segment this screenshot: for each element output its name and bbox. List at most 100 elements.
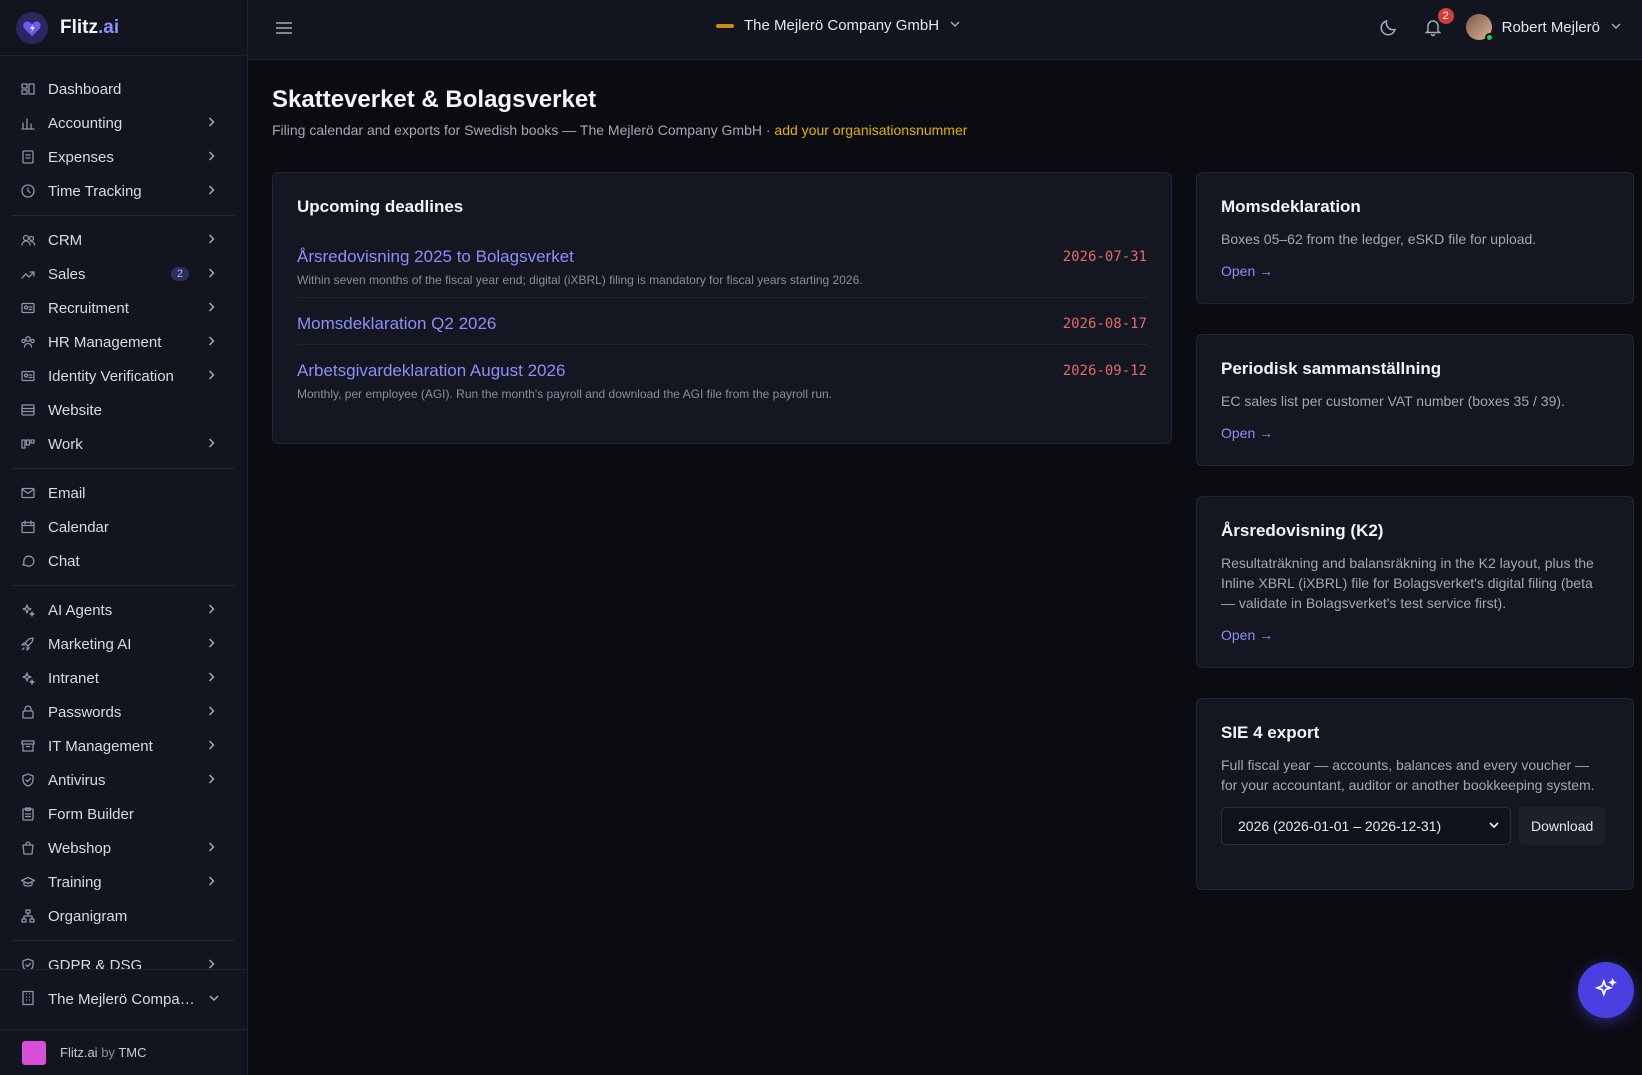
sparkle-icon — [20, 670, 36, 686]
company-selector[interactable]: The Mejlerö Company GmbH — [716, 17, 961, 34]
users-icon — [20, 232, 36, 248]
sidebar-item-identity-verification[interactable]: Identity Verification — [0, 359, 247, 393]
sidebar-item-organigram[interactable]: Organigram — [0, 899, 247, 933]
sidebar-divider — [12, 468, 235, 469]
people-icon — [20, 334, 36, 350]
sidebar-item-time-tracking[interactable]: Time Tracking — [0, 174, 247, 208]
sidebar-item-chat[interactable]: Chat — [0, 544, 247, 578]
open-arsredovisning-link[interactable]: Open → — [1221, 627, 1273, 643]
card-description: Boxes 05–62 from the ledger, eSKD file f… — [1221, 231, 1537, 247]
sidebar-item-webshop[interactable]: Webshop — [0, 831, 247, 865]
add-orgnr-link[interactable]: add your organisationsnummer — [774, 122, 967, 138]
sidebar-item-antivirus[interactable]: Antivirus — [0, 763, 247, 797]
chevron-right-icon — [205, 772, 217, 789]
deadline-item: Arbetsgivardeklaration August 2026 Monthl… — [297, 345, 1147, 411]
sidebar-item-calendar[interactable]: Calendar — [0, 510, 247, 544]
sidebar-item-label: Organigram — [48, 907, 128, 925]
sidebar-item-expenses[interactable]: Expenses — [0, 140, 247, 174]
user-menu[interactable]: Robert Mejlerö — [1465, 14, 1622, 42]
card-title: SIE 4 export — [1221, 723, 1320, 742]
card-description: Full fiscal year — accounts, balances an… — [1221, 757, 1595, 793]
company-switcher-label: The Mejlerö Compan... — [48, 991, 196, 1008]
open-momsdeklaration-link[interactable]: Open → — [1221, 263, 1273, 279]
sidebar-item-crm[interactable]: CRM — [0, 223, 247, 257]
sidebar: Flitz.ai Dashboard Accounting Expenses Time… — [0, 0, 248, 1075]
card-description: Resultaträkning and balansräkning in the… — [1221, 555, 1594, 611]
card-title: Momsdeklaration — [1221, 197, 1361, 216]
sidebar-item-hr-management[interactable]: HR Management — [0, 325, 247, 359]
sidebar-item-label: Training — [48, 873, 102, 891]
brand-logo-icon — [16, 11, 48, 44]
sidebar-item-email[interactable]: Email — [0, 476, 247, 510]
sidebar-item-passwords[interactable]: Passwords — [0, 695, 247, 729]
menu-toggle-icon[interactable] — [274, 18, 294, 38]
chevron-down-icon — [1488, 818, 1500, 834]
fiscal-year-select-value: 2026 (2026-01-01 – 2026-12-31) — [1238, 818, 1442, 834]
card-title: Upcoming deadlines — [297, 197, 464, 216]
bag-icon — [20, 840, 36, 856]
bell-icon[interactable]: 2 — [1422, 8, 1454, 38]
deadline-title-link[interactable]: Årsredovisning 2025 to Bolagsverket — [297, 247, 1147, 267]
dark-mode-toggle-icon[interactable] — [1378, 16, 1400, 38]
sidebar-item-training[interactable]: Training — [0, 865, 247, 899]
footer-brand-name: Flitz.ai — [60, 1045, 98, 1060]
calendar-icon — [20, 519, 36, 535]
upcoming-deadlines-card: Upcoming deadlines Årsredovisning 2025 t… — [272, 172, 1172, 444]
arsredovisning-card: Årsredovisning (K2) Resultaträkning and … — [1196, 496, 1634, 668]
sidebar-item-label: Antivirus — [48, 771, 106, 789]
company-switcher[interactable]: The Mejlerö Compan... — [0, 969, 247, 1029]
sidebar-divider — [12, 215, 235, 216]
sidebar-item-label: Intranet — [48, 669, 99, 687]
sidebar-item-label: CRM — [48, 231, 83, 249]
periodisk-card: Periodisk sammanställning EC sales list … — [1196, 334, 1634, 466]
trend-icon — [20, 266, 36, 282]
sidebar-item-label: HR Management — [48, 333, 162, 351]
open-periodisk-link[interactable]: Open → — [1221, 425, 1273, 441]
sidebar-nav: Dashboard Accounting Expenses Time Tracking… — [0, 56, 247, 982]
chevron-right-icon — [205, 115, 217, 132]
sidebar-item-work[interactable]: Work — [0, 427, 247, 461]
deadline-title-link[interactable]: Arbetsgivardeklaration August 2026 — [297, 361, 1147, 381]
sidebar-item-label: Sales — [48, 265, 86, 283]
brand[interactable]: Flitz.ai — [0, 0, 247, 56]
chevron-right-icon — [205, 636, 217, 653]
sidebar-item-accounting[interactable]: Accounting — [0, 106, 247, 140]
rocket-icon — [20, 636, 36, 652]
page-title: Skatteverket & Bolagsverket — [272, 86, 597, 113]
download-button[interactable]: Download — [1519, 807, 1606, 845]
chevron-right-icon — [205, 436, 217, 453]
sparkle-icon — [1594, 978, 1617, 997]
lock-icon — [20, 704, 36, 720]
sidebar-item-label: Chat — [48, 552, 80, 570]
sidebar-item-ai-agents[interactable]: AI Agents — [0, 593, 247, 627]
fiscal-year-select[interactable]: 2026 (2026-01-01 – 2026-12-31) — [1221, 807, 1511, 845]
deadline-description: Within seven months of the fiscal year e… — [297, 273, 863, 287]
sidebar-item-label: Identity Verification — [48, 367, 174, 385]
dashboard-icon — [20, 81, 36, 97]
card-title: Periodisk sammanställning — [1221, 359, 1442, 378]
footer-brand[interactable]: Flitz.ai by TMC — [0, 1029, 247, 1075]
sidebar-item-label: Calendar — [48, 518, 109, 536]
sidebar-item-sales[interactable]: Sales 2 — [0, 257, 247, 291]
graduation-icon — [20, 874, 36, 890]
chevron-down-icon — [208, 991, 220, 1008]
sidebar-item-marketing-ai[interactable]: Marketing AI — [0, 627, 247, 661]
sidebar-item-form-builder[interactable]: Form Builder — [0, 797, 247, 831]
sidebar-item-intranet[interactable]: Intranet — [0, 661, 247, 695]
chevron-right-icon — [205, 149, 217, 166]
chevron-right-icon — [205, 840, 217, 857]
sidebar-item-recruitment[interactable]: Recruitment — [0, 291, 247, 325]
sidebar-item-dashboard[interactable]: Dashboard — [0, 72, 247, 106]
chevron-down-icon — [949, 17, 961, 34]
sidebar-item-it-management[interactable]: IT Management — [0, 729, 247, 763]
ai-assistant-button[interactable] — [1578, 962, 1634, 1018]
chevron-right-icon — [205, 368, 217, 385]
sidebar-item-website[interactable]: Website — [0, 393, 247, 427]
deadline-description: Monthly, per employee (AGI). Run the mon… — [297, 387, 833, 401]
chevron-down-icon — [1610, 19, 1622, 36]
sales-count-badge: 2 — [170, 267, 189, 281]
clipboard-icon — [20, 806, 36, 822]
chevron-right-icon — [205, 232, 217, 249]
chevron-right-icon — [205, 874, 217, 891]
deadline-title-link[interactable]: Momsdeklaration Q2 2026 — [297, 314, 1147, 334]
